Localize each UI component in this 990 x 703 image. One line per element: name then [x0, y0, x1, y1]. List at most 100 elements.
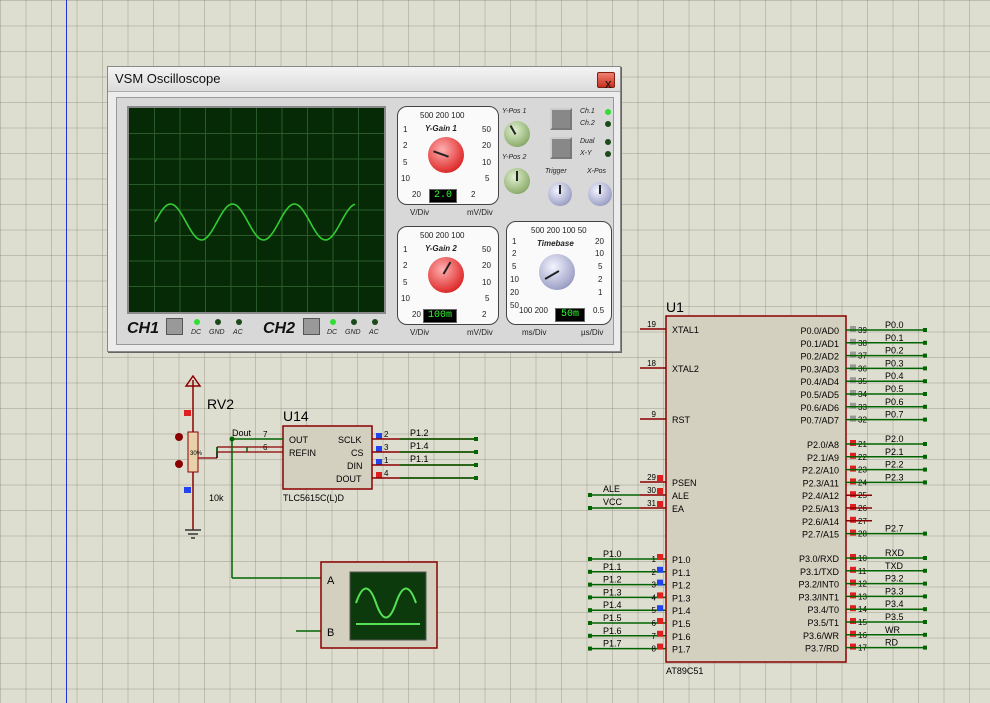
- u1-pin-P15: P1.5: [672, 619, 691, 629]
- mode-xy-led: [605, 151, 611, 157]
- rv2-value-label: 10k: [209, 493, 224, 503]
- u1-net-P11: P1.1: [603, 562, 622, 572]
- ygain1-l2: 5: [403, 158, 408, 167]
- timebase-panel: 500 200 100 50 Timebase 1 2 5 10 20 50 2…: [506, 221, 612, 325]
- u1-pin-p26: P2.6/A14: [802, 517, 839, 527]
- u1-net-P13: P1.3: [603, 587, 622, 597]
- u1-ref-label: U1: [666, 299, 684, 315]
- timebase-l1: 2: [512, 249, 517, 258]
- ch2-dc-led[interactable]: [330, 319, 336, 325]
- u1-pin-p20: P2.0/A8: [807, 440, 839, 450]
- trigger-label: Trigger: [545, 168, 567, 175]
- ch2-ac-led[interactable]: [372, 319, 378, 325]
- ygain1-scale-top: 500 200 100: [420, 111, 465, 120]
- ygain2-knob[interactable]: [428, 257, 464, 293]
- timebase-unit-left: ms/Div: [522, 328, 547, 337]
- rv2-potentiometer[interactable]: 30% RV2 10k: [175, 374, 234, 539]
- ch-select-button[interactable]: [550, 108, 572, 130]
- ygain1-l1: 2: [403, 141, 408, 150]
- ch1-toggle-button[interactable]: [166, 318, 183, 335]
- ygain1-display: 2.0: [429, 189, 457, 203]
- ypos2-knob[interactable]: [504, 168, 530, 194]
- window-title: VSM Oscilloscope: [115, 71, 221, 86]
- u1-net-p0-2: P0.2: [885, 346, 904, 356]
- ch2-gnd-led[interactable]: [351, 319, 357, 325]
- u1-pin-P17: P1.7: [672, 645, 691, 655]
- timebase-bl: 100 200: [519, 306, 548, 315]
- ygain2-l3: 10: [401, 294, 410, 303]
- u1-pin-p07: P0.7/AD7: [800, 416, 839, 426]
- u1-net-p3-4: P3.4: [885, 599, 904, 609]
- ygain2-scale-top: 500 200 100: [420, 231, 465, 240]
- ygain1-r3: 5: [485, 174, 490, 183]
- u1-pin-p32: P3.2/INT0: [798, 580, 839, 590]
- u1-net-P15: P1.5: [603, 613, 622, 623]
- u1-mcu-chip[interactable]: U1 AT89C51 XTAL119XTAL218RST9PSEN29ALE30…: [588, 299, 927, 676]
- u1-net-p2-1: P2.1: [885, 447, 904, 457]
- u14-pin3-num: 3: [384, 443, 389, 452]
- u14-pin2-num: 2: [384, 430, 389, 439]
- close-button[interactable]: x: [597, 72, 615, 91]
- u1-pin-p05: P0.5/AD5: [800, 390, 839, 400]
- u1-pin-p33: P3.3/INT1: [798, 592, 839, 602]
- dual-xy-button[interactable]: [550, 137, 572, 159]
- ygain2-r0: 50: [482, 245, 491, 254]
- u1-net-p0-7: P0.7: [885, 410, 904, 420]
- u1-net-p0-4: P0.4: [885, 371, 904, 381]
- u1-pin-p24: P2.4/A12: [802, 491, 839, 501]
- ypos1-label: Y-Pos 1: [502, 108, 527, 115]
- window-titlebar[interactable]: VSM Oscilloscope x: [108, 67, 620, 92]
- u1-pin-p06: P0.6/AD6: [800, 403, 839, 413]
- u1-pin-num-19: 19: [647, 320, 656, 329]
- u1-pin-p25: P2.5/A13: [802, 504, 839, 514]
- ygain1-title: Y-Gain 1: [425, 124, 457, 133]
- ch1-dc-label: DC: [191, 329, 202, 336]
- u1-net-p3-7: RD: [885, 638, 898, 648]
- ygain2-panel: 500 200 100 Y-Gain 2 1 2 5 10 50 20 10 5…: [397, 226, 499, 325]
- ygain1-knob[interactable]: [428, 137, 464, 173]
- u1-pin-p30: P3.0/RXD: [799, 554, 840, 564]
- ch1-gnd-led[interactable]: [215, 319, 221, 325]
- ch2-toggle-button[interactable]: [303, 318, 320, 335]
- ygain1-r0: 50: [482, 125, 491, 134]
- u1-pin-p21: P2.1/A9: [807, 453, 839, 463]
- u14-net-p14: P1.4: [410, 441, 429, 451]
- scope-instrument[interactable]: A B: [320, 561, 438, 649]
- ypos1-knob[interactable]: [504, 121, 530, 147]
- ygain1-r2: 10: [482, 158, 491, 167]
- u14-part-label: TLC5615C(L)D: [283, 493, 345, 503]
- timebase-knob[interactable]: [539, 254, 575, 290]
- scope-panel: CH1 DC GND AC CH2 DC GND AC 500 200 100 …: [116, 97, 614, 345]
- u14-pin-out: OUT: [289, 435, 309, 445]
- timebase-l0: 1: [512, 237, 517, 246]
- ygain1-l3: 10: [401, 174, 410, 183]
- xpos-knob[interactable]: [588, 182, 612, 206]
- ch1-ac-led[interactable]: [236, 319, 242, 325]
- ygain2-unit-right: mV/Div: [467, 328, 493, 337]
- mode-ch2-led: [605, 121, 611, 127]
- u1-pin-P14: P1.4: [672, 606, 691, 616]
- u14-pin-cs: CS: [351, 448, 364, 458]
- trigger-knob[interactable]: [548, 182, 572, 206]
- u1-net-p0-5: P0.5: [885, 384, 904, 394]
- timebase-display: 50m: [555, 308, 585, 322]
- ch1-dc-led[interactable]: [194, 319, 200, 325]
- ygain2-l1: 2: [403, 261, 408, 270]
- u1-net-ale: ALE: [603, 484, 620, 494]
- mode-xy-label: X-Y: [580, 150, 592, 157]
- ch1-gnd-label: GND: [209, 329, 225, 336]
- ygain1-unit-right: mV/Div: [467, 208, 493, 217]
- u1-pin-p22: P2.2/A10: [802, 466, 839, 476]
- dout-net-label: Dout: [232, 428, 252, 438]
- u14-pin-din: DIN: [347, 461, 363, 471]
- u1-pin-p27: P2.7/A15: [802, 530, 839, 540]
- u1-pin-num-4: 4: [652, 593, 657, 602]
- oscilloscope-window[interactable]: VSM Oscilloscope x CH1 DC GND AC CH2 DC …: [107, 66, 621, 352]
- u1-pin-p23: P2.3/A11: [803, 478, 839, 488]
- u1-pin-ea: EA: [672, 504, 684, 514]
- ygain2-br: 2: [482, 310, 487, 319]
- u1-pin-num-2: 2: [652, 568, 657, 577]
- ygain1-panel: 500 200 100 Y-Gain 1 1 2 5 10 50 20 10 5…: [397, 106, 499, 205]
- close-icon: x: [605, 76, 612, 91]
- ygain1-l0: 1: [403, 125, 408, 134]
